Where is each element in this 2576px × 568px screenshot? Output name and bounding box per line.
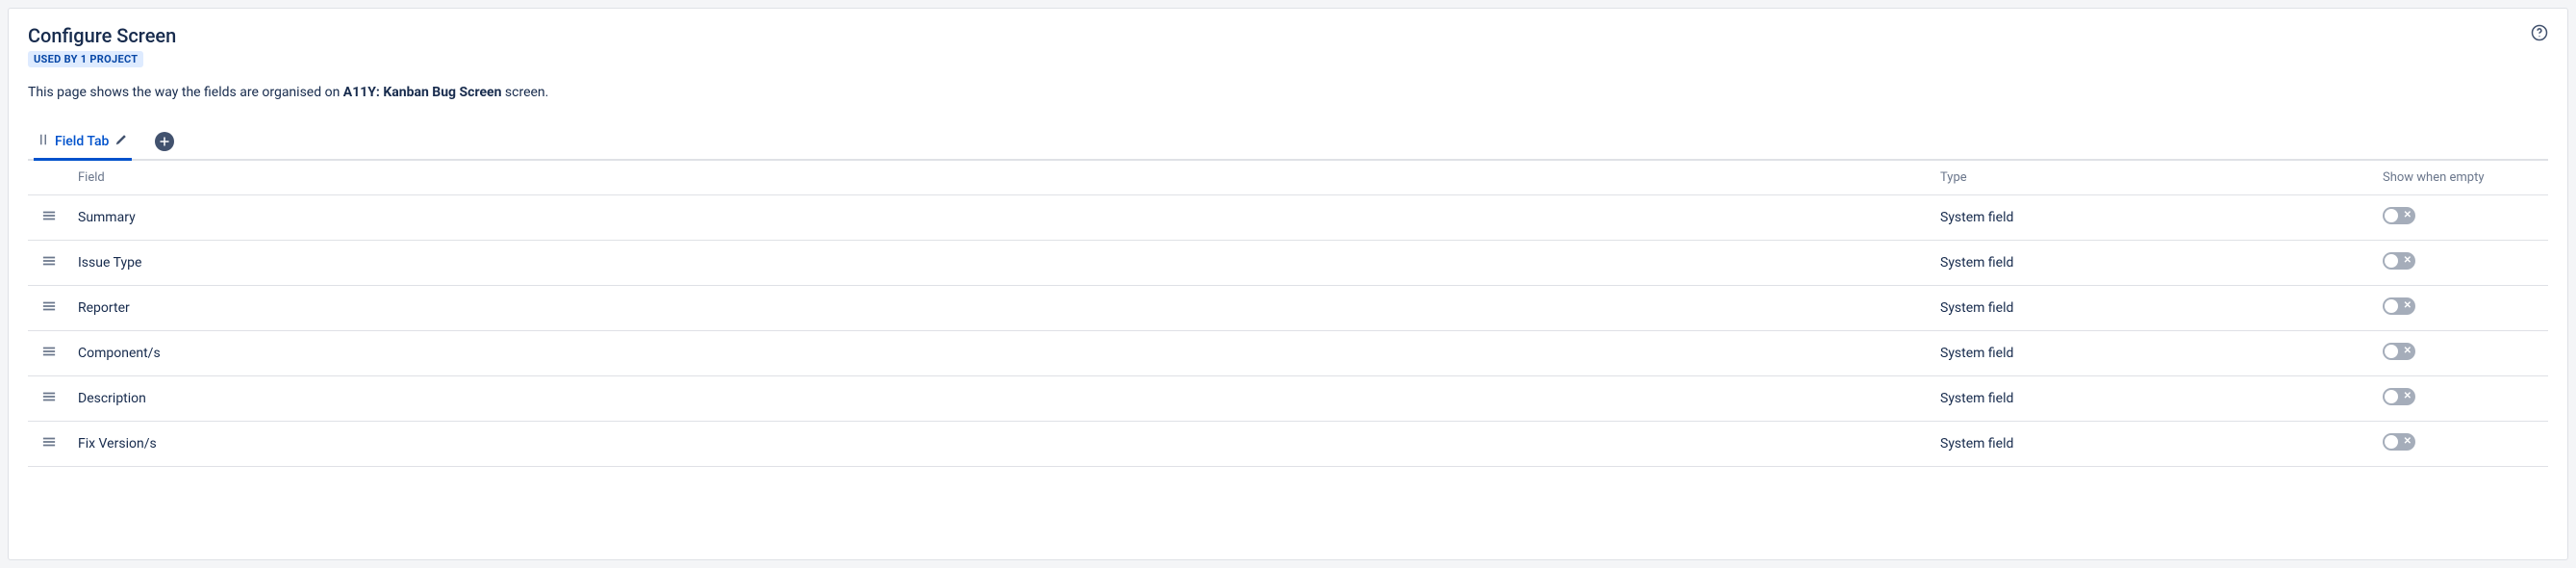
table-row: Summary System field ✕: [28, 195, 2548, 241]
field-name-cell: Fix Version/s: [70, 422, 1932, 467]
drag-handle-icon[interactable]: [42, 345, 56, 358]
field-type-cell: System field: [1932, 286, 2375, 331]
pencil-icon[interactable]: [114, 133, 128, 150]
tabs-bar: Field Tab: [28, 127, 2548, 161]
drag-handle-icon[interactable]: [42, 435, 56, 449]
field-name-cell: Reporter: [70, 286, 1932, 331]
x-icon: ✕: [2404, 392, 2412, 401]
drag-handle-icon[interactable]: [42, 209, 56, 222]
drag-handle-icon[interactable]: [42, 390, 56, 403]
show-when-empty-toggle[interactable]: ✕: [2383, 388, 2415, 405]
show-when-empty-toggle[interactable]: ✕: [2383, 207, 2415, 224]
add-tab-button[interactable]: [155, 132, 174, 151]
field-name-cell: Component/s: [70, 331, 1932, 376]
page-title: Configure Screen: [28, 24, 176, 47]
field-type-cell: System field: [1932, 241, 2375, 286]
field-name-cell: Summary: [70, 195, 1932, 241]
field-type-cell: System field: [1932, 422, 2375, 467]
page-description: This page shows the way the fields are o…: [28, 85, 2548, 100]
x-icon: ✕: [2404, 437, 2412, 447]
table-row: Issue Type System field ✕: [28, 241, 2548, 286]
show-when-empty-toggle[interactable]: ✕: [2383, 433, 2415, 451]
field-name-cell: Description: [70, 376, 1932, 422]
drag-handle-icon[interactable]: [42, 299, 56, 313]
col-header-show: Show when empty: [2375, 161, 2548, 195]
tab-field-tab[interactable]: Field Tab: [34, 127, 132, 161]
help-icon[interactable]: [2531, 24, 2548, 45]
x-icon: ✕: [2404, 256, 2412, 266]
usage-badge[interactable]: USED BY 1 PROJECT: [28, 51, 143, 67]
table-row: Component/s System field ✕: [28, 331, 2548, 376]
show-when-empty-toggle[interactable]: ✕: [2383, 252, 2415, 270]
table-row: Reporter System field ✕: [28, 286, 2548, 331]
col-header-field: Field: [70, 161, 1932, 195]
field-name-cell: Issue Type: [70, 241, 1932, 286]
fields-table: Field Type Show when empty Summary Syste…: [28, 161, 2548, 467]
field-type-cell: System field: [1932, 376, 2375, 422]
drag-handle-icon[interactable]: [42, 254, 56, 268]
show-when-empty-toggle[interactable]: ✕: [2383, 343, 2415, 360]
drag-vertical-icon: [38, 134, 49, 149]
x-icon: ✕: [2404, 347, 2412, 356]
tab-label: Field Tab: [55, 134, 109, 149]
table-row: Description System field ✕: [28, 376, 2548, 422]
field-type-cell: System field: [1932, 195, 2375, 241]
x-icon: ✕: [2404, 211, 2412, 220]
col-header-type: Type: [1932, 161, 2375, 195]
table-row: Fix Version/s System field ✕: [28, 422, 2548, 467]
show-when-empty-toggle[interactable]: ✕: [2383, 297, 2415, 315]
x-icon: ✕: [2404, 301, 2412, 311]
field-type-cell: System field: [1932, 331, 2375, 376]
